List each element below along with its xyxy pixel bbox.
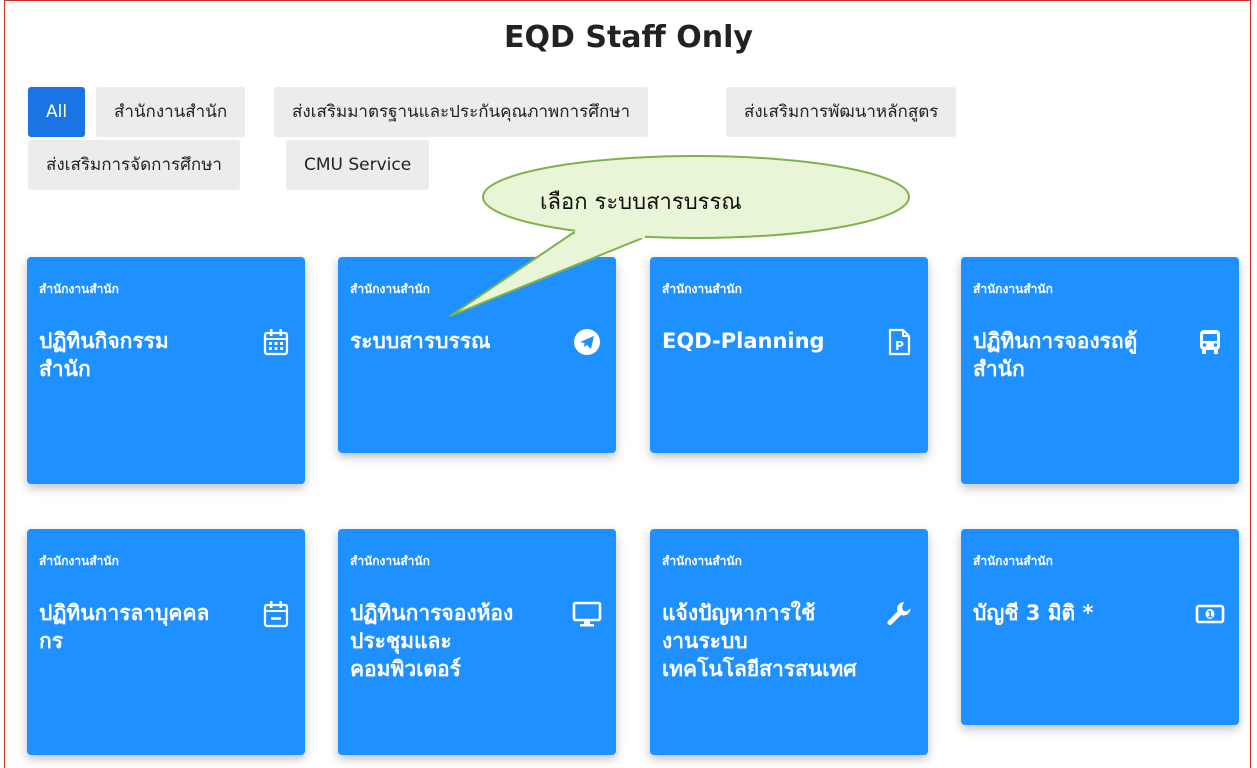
card-title: แจ้งปัญหาการใช้ งานระบบ เทคโนโลยีสารสนเท… bbox=[662, 601, 857, 681]
card-category: สำนักงานสำนัก bbox=[973, 282, 1053, 296]
card-it-problem-report[interactable]: สำนักงานสำนัก แจ้งปัญหาการใช้ งานระบบ เท… bbox=[650, 529, 928, 755]
card-title: ปฏิทินการจองรถตู้ สำนัก bbox=[973, 329, 1138, 381]
card-title: ปฏิทินการจองห้อง ประชุมและ คอมพิวเตอร์ bbox=[350, 601, 514, 681]
money-icon: 1 bbox=[1193, 597, 1227, 631]
card-category: สำนักงานสำนัก bbox=[662, 554, 742, 568]
card-title: EQD-Planning bbox=[662, 329, 825, 353]
card-title: บัญชี 3 มิติ * bbox=[973, 601, 1094, 625]
callout-text: เลือก ระบบสารบรรณ bbox=[540, 190, 742, 215]
card-title: ปฏิทินกิจกรรม สำนัก bbox=[39, 329, 169, 381]
calendar-icon bbox=[259, 325, 293, 359]
filter-office-button[interactable]: สำนักงานสำนัก bbox=[96, 87, 246, 137]
svg-text:1: 1 bbox=[1207, 611, 1213, 621]
card-3d-accounting[interactable]: สำนักงานสำนัก บัญชี 3 มิติ * 1 bbox=[961, 529, 1239, 725]
card-room-booking-calendar[interactable]: สำนักงานสำนัก ปฏิทินการจองห้อง ประชุมและ… bbox=[338, 529, 616, 755]
bus-icon bbox=[1193, 325, 1227, 359]
svg-text:P: P bbox=[895, 339, 904, 353]
telegram-icon bbox=[570, 325, 604, 359]
wrench-icon bbox=[882, 597, 916, 631]
filter-curriculum-button[interactable]: ส่งเสริมการพัฒนาหลักสูตร bbox=[726, 87, 957, 137]
card-title: ระบบสารบรรณ bbox=[350, 329, 491, 353]
card-eqd-planning[interactable]: สำนักงานสำนัก EQD-Planning P bbox=[650, 257, 928, 453]
card-category: สำนักงานสำนัก bbox=[39, 554, 119, 568]
card-category: สำนักงานสำนัก bbox=[39, 282, 119, 296]
card-saraban-system[interactable]: สำนักงานสำนัก ระบบสารบรรณ bbox=[338, 257, 616, 453]
filter-cmu-service-button[interactable]: CMU Service bbox=[286, 140, 430, 190]
filter-quality-assurance-button[interactable]: ส่งเสริมมาตรฐานและประกันคุณภาพการศึกษา bbox=[274, 87, 649, 137]
card-category: สำนักงานสำนัก bbox=[350, 554, 430, 568]
card-activity-calendar[interactable]: สำนักงานสำนัก ปฏิทินกิจกรรม สำนัก bbox=[27, 257, 305, 484]
card-van-booking-calendar[interactable]: สำนักงานสำนัก ปฏิทินการจองรถตู้ สำนัก bbox=[961, 257, 1239, 484]
page-title: EQD Staff Only bbox=[504, 20, 753, 55]
card-title: ปฏิทินการลาบุคคล กร bbox=[39, 601, 210, 653]
card-category: สำนักงานสำนัก bbox=[973, 554, 1053, 568]
card-category: สำนักงานสำนัก bbox=[662, 282, 742, 296]
calendar-minus-icon bbox=[259, 597, 293, 631]
card-leave-calendar[interactable]: สำนักงานสำนัก ปฏิทินการลาบุคคล กร bbox=[27, 529, 305, 755]
filter-all-button[interactable]: All bbox=[28, 87, 86, 137]
file-p-icon: P bbox=[882, 325, 916, 359]
filter-education-management-button[interactable]: ส่งเสริมการจัดการศึกษา bbox=[28, 140, 240, 190]
desktop-icon bbox=[570, 597, 604, 631]
card-category: สำนักงานสำนัก bbox=[350, 282, 430, 296]
